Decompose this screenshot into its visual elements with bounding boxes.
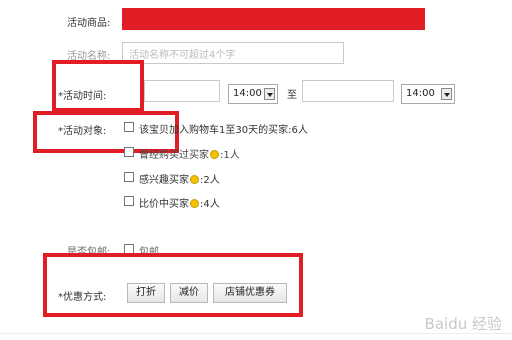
end-time-select[interactable]: 14:00 [401,84,455,104]
start-time-value: 14:00 [233,88,262,99]
smiley-icon [210,150,219,159]
target-option-purchased-count: :1人 [220,150,240,161]
target-option-cart: 该宝贝加入购物车1至30天的买家:6人 [139,121,308,136]
target-checkbox-purchased[interactable] [124,147,134,157]
target-checkbox-comparing[interactable] [124,196,134,206]
smiley-icon [190,199,199,208]
target-option-interested: 感兴趣买家 :2人 [139,171,220,186]
target-option-interested-text: 感兴趣买家 [139,175,189,186]
chevron-down-icon[interactable] [264,88,275,100]
watermark: Baidu 经验 [424,315,502,333]
product-redacted-highlight [122,8,425,30]
target-option-comparing: 比价中买家 :4人 [139,195,220,210]
product-label: 活动商品: [67,18,111,29]
smiley-icon [190,175,199,184]
to-label: 至 [287,90,297,101]
end-time-value: 14:00 [406,88,435,99]
start-time-select[interactable]: 14:00 [228,84,278,104]
start-date-input[interactable] [144,80,220,102]
discount-button-coupon[interactable]: 店铺优惠券 [213,283,287,303]
target-label: *活动对象: [58,126,107,137]
target-option-purchased: 曾经购买过买家 :1人 [139,146,240,161]
chevron-down-icon[interactable] [441,88,452,100]
discount-label: *优惠方式: [58,292,107,303]
target-checkbox-cart[interactable] [124,122,134,132]
discount-button-reduce[interactable]: 减价 [170,283,208,303]
time-highlight-box [52,60,144,112]
target-option-cart-text: 该宝贝加入购物车1至30天的买家: [139,125,292,136]
name-input-placeholder: 活动名称不可超过4个字 [129,50,236,61]
target-checkbox-interested[interactable] [124,172,134,182]
target-option-comparing-text: 比价中买家 [139,199,189,210]
name-input[interactable]: 活动名称不可超过4个字 [122,42,344,64]
target-option-interested-count: :2人 [200,175,220,186]
time-label: *活动时间: [58,91,107,102]
target-option-purchased-text: 曾经购买过买家 [139,150,209,161]
target-option-cart-count: 6人 [291,125,308,136]
target-option-comparing-count: :4人 [200,199,220,210]
discount-button-percent[interactable]: 打折 [127,283,165,303]
end-date-input[interactable] [302,80,394,102]
